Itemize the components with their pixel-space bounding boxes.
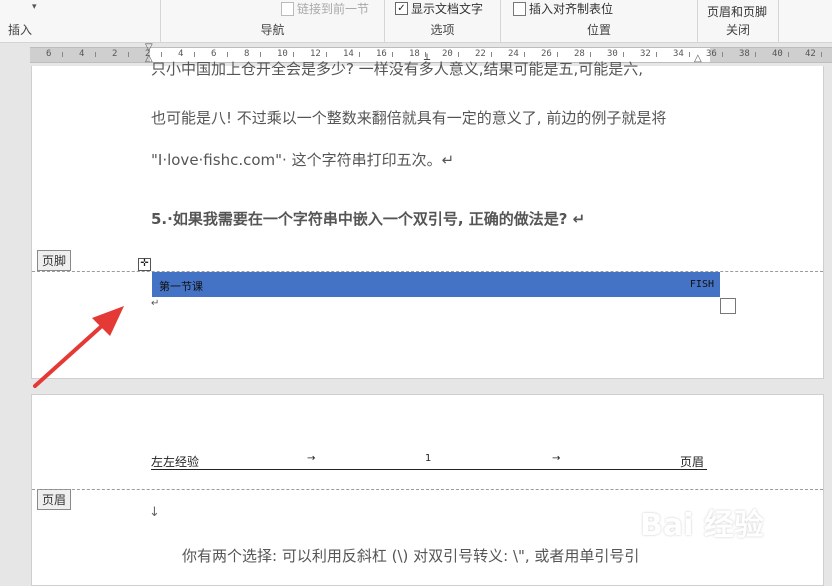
watermark-logo: Bai 经验	[640, 508, 764, 543]
annotation-arrow-icon	[33, 306, 124, 388]
